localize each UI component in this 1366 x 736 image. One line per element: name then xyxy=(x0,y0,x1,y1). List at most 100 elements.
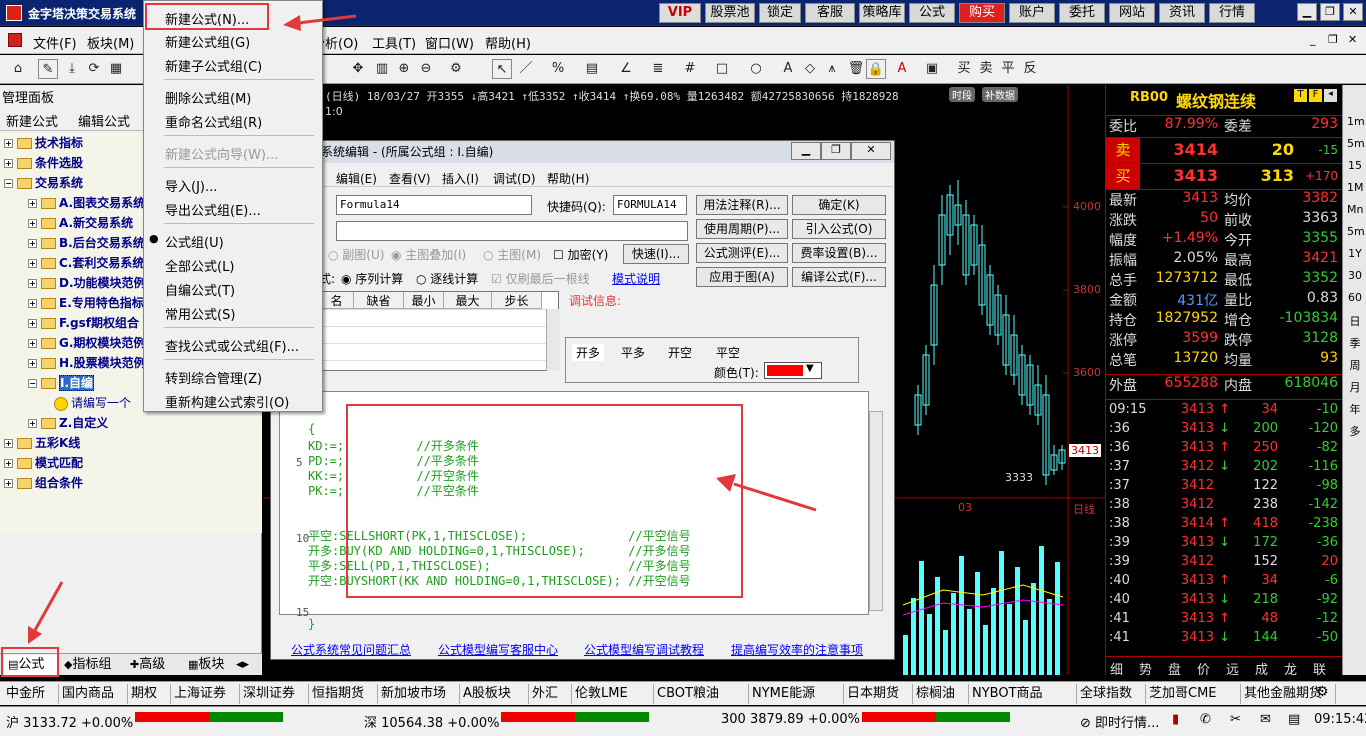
formula-name-input[interactable]: Formula14 xyxy=(336,195,532,215)
menu-wizard[interactable]: 新建公式向导(W)... xyxy=(165,144,278,163)
trash-icon[interactable]: 🗑 xyxy=(846,59,866,79)
zoom-out-icon[interactable]: ⊖ xyxy=(416,59,436,79)
expand-toggle-icon[interactable]: + xyxy=(28,299,37,308)
menu-common-formulas[interactable]: 常用公式(S) xyxy=(165,304,235,323)
db-icon[interactable]: ▮ xyxy=(1172,712,1179,727)
period-button[interactable]: 5m xyxy=(1347,225,1365,238)
grid-icon[interactable]: ▦ xyxy=(106,59,126,79)
market-tab[interactable]: 国内商品 xyxy=(62,684,128,704)
settings-icon[interactable]: ⚙ xyxy=(446,59,466,79)
download-icon[interactable]: ⤓ xyxy=(62,59,82,79)
menu-help[interactable]: 帮助(H) xyxy=(485,33,531,52)
hash-icon[interactable]: # xyxy=(680,59,700,79)
tab-close-long[interactable]: 平多 xyxy=(621,344,645,361)
market-tab[interactable]: 恒指期货 xyxy=(312,684,378,704)
period-button[interactable]: 1m xyxy=(1347,115,1365,128)
market-tab[interactable]: 外汇 xyxy=(532,684,572,704)
refresh-icon[interactable]: ⟳ xyxy=(84,59,104,79)
tab-open-long[interactable]: 开多 xyxy=(572,344,605,361)
faq-link[interactable]: 公式系统常见问题汇总 xyxy=(291,641,411,658)
apply-chart-button[interactable]: 应用于图(A) xyxy=(696,267,788,287)
quote-tab[interactable]: 势 xyxy=(1139,659,1152,678)
tree-item[interactable]: + E.专用特色指标 xyxy=(28,293,144,313)
tree-item[interactable]: + 条件选股 xyxy=(4,153,83,173)
percent-icon[interactable]: % xyxy=(548,59,568,79)
menu-new-group[interactable]: 新建公式组(G) xyxy=(165,32,250,51)
efficiency-link[interactable]: 提高编写效率的注意事项 xyxy=(731,641,863,658)
f-icon[interactable]: F xyxy=(1309,89,1322,102)
shape-icon[interactable]: ◇ xyxy=(800,59,820,79)
market-tab[interactable]: 全球指数 xyxy=(1080,684,1146,704)
market-tab[interactable]: 伦敦LME xyxy=(575,684,654,704)
menu-board[interactable]: 板块(M) xyxy=(87,33,134,52)
market-tab[interactable]: 中金所 xyxy=(6,684,59,704)
tool-icon[interactable]: ✂ xyxy=(1230,712,1241,727)
shortcut-input[interactable]: FORMULA14 xyxy=(613,195,687,215)
menu-tools[interactable]: 工具(T) xyxy=(372,33,416,52)
menu-new-subgroup[interactable]: 新建子公式组(C) xyxy=(165,56,262,75)
param-table[interactable]: 名缺省 最小 最大 步长 xyxy=(319,291,559,371)
expand-toggle-icon[interactable]: + xyxy=(4,159,13,168)
expand-toggle-icon[interactable]: + xyxy=(28,279,37,288)
opt-overlay[interactable]: ◉ 主图叠加(I) xyxy=(391,246,466,263)
color-select[interactable]: ▼ xyxy=(764,362,822,379)
tree-item[interactable]: + 五彩K线 xyxy=(4,433,80,453)
menu-export[interactable]: 导出公式组(E)... xyxy=(165,200,261,219)
dialog-minimize-icon[interactable]: ▁ xyxy=(791,142,821,160)
period-button[interactable]: 1Y xyxy=(1347,247,1363,260)
speed-button[interactable]: 快速(I)... xyxy=(623,244,689,264)
opt-bar-calc[interactable]: ○ 逐线计算 xyxy=(416,270,478,287)
market-tab[interactable]: NYME能源 xyxy=(752,684,844,704)
formula-button[interactable]: 公式 xyxy=(909,3,955,23)
tree-item[interactable]: + G.期权模块范例 xyxy=(28,333,145,353)
fee-setting-button[interactable]: 费率设置(B)... xyxy=(792,243,886,263)
quote-tab[interactable]: 成 xyxy=(1255,659,1268,678)
order-button[interactable]: 委托 xyxy=(1059,3,1105,23)
opt-subchart[interactable]: ○ 副图(U) xyxy=(328,246,384,263)
dmenu-edit[interactable]: 编辑(E) xyxy=(336,170,377,187)
menu-goto-manage[interactable]: 转到综合管理(Z) xyxy=(165,368,262,387)
line-icon[interactable]: ／ xyxy=(516,59,536,79)
menu-formula-group[interactable]: 公式组(U) xyxy=(165,232,224,251)
expand-toggle-icon[interactable]: + xyxy=(28,239,37,248)
menu-file[interactable]: 文件(F) xyxy=(33,33,77,52)
expand-toggle-icon[interactable]: + xyxy=(28,339,37,348)
new-formula-tab[interactable]: 新建公式 xyxy=(6,111,58,130)
move-icon[interactable]: ✥ xyxy=(348,59,368,79)
wave-icon[interactable]: ⩚ xyxy=(822,59,842,79)
description-input[interactable] xyxy=(336,221,688,241)
dialog-close-icon[interactable]: ✕ xyxy=(851,142,891,160)
period-button[interactable]: 5m xyxy=(1347,137,1365,150)
lock-icon[interactable]: 🔒 xyxy=(866,59,886,79)
period-button[interactable]: 季 xyxy=(1347,335,1363,351)
dialog-maximize-icon[interactable]: ❐ xyxy=(821,142,851,160)
menu-find-formula[interactable]: 查找公式或公式组(F)... xyxy=(165,336,299,355)
tab-board[interactable]: ▦板块 xyxy=(184,655,224,675)
market-tab[interactable]: 芝加哥CME xyxy=(1149,684,1241,704)
quotes-button[interactable]: 行情 xyxy=(1209,3,1255,23)
menu-delete-group[interactable]: 删除公式组(M) xyxy=(165,88,251,107)
expand-toggle-icon[interactable]: + xyxy=(28,199,37,208)
period-button[interactable]: 日 xyxy=(1347,313,1363,329)
expand-toggle-icon[interactable]: + xyxy=(28,359,37,368)
dmenu-view[interactable]: 查看(V) xyxy=(389,170,431,187)
reverse-icon[interactable]: 反 xyxy=(1020,59,1040,79)
font-color-icon[interactable]: A xyxy=(892,59,912,79)
strategy-button[interactable]: 策略库 xyxy=(859,3,905,23)
menu-import[interactable]: 导入(J)... xyxy=(165,176,217,195)
period-button[interactable]: Mn xyxy=(1347,203,1363,216)
account-button[interactable]: 账户 xyxy=(1009,3,1055,23)
import-formula-button[interactable]: 引入公式(O) xyxy=(792,219,886,239)
market-tab[interactable]: 深圳证券 xyxy=(243,684,309,704)
tree-item[interactable]: + 技术指标 xyxy=(4,133,83,153)
market-tab[interactable]: A股板块 xyxy=(463,684,529,704)
formula-eval-button[interactable]: 公式测评(E)... xyxy=(696,243,788,263)
tab-indicator-group[interactable]: ◆指标组 xyxy=(60,655,111,675)
period-button[interactable]: 多 xyxy=(1347,423,1363,439)
tree-item[interactable]: + D.功能模块范例 xyxy=(28,273,146,293)
ok-button[interactable]: 确定(K) xyxy=(792,195,886,215)
dmenu-help[interactable]: 帮助(H) xyxy=(547,170,589,187)
expand-toggle-icon[interactable]: + xyxy=(28,419,37,428)
market-tab[interactable]: NYBOT商品 xyxy=(972,684,1077,704)
menu-custom-formulas[interactable]: 自编公式(T) xyxy=(165,280,235,299)
